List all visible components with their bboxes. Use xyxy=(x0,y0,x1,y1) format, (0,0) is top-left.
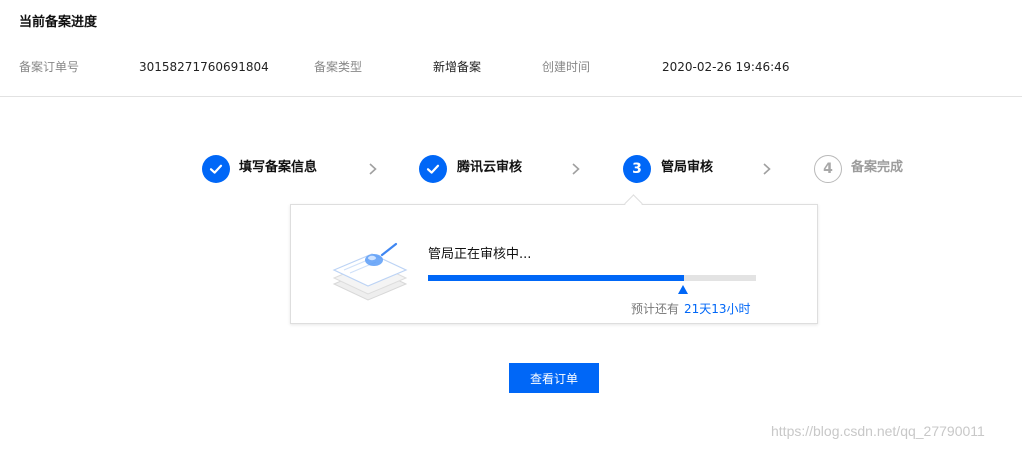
order-number-value: 30158271760691804 xyxy=(139,60,269,74)
eta-value: 21天13小时 xyxy=(684,302,751,316)
page-title: 当前备案进度 xyxy=(19,15,98,30)
step-4-number-badge: 4 xyxy=(814,155,842,183)
step-3-label: 管局审核 xyxy=(661,160,714,175)
watermark-text: https://blog.csdn.net/qq_27790011 xyxy=(771,423,985,439)
order-info-header: 当前备案进度 备案订单号 30158271760691804 备案类型 新增备案… xyxy=(0,0,1022,97)
review-progress-bar xyxy=(428,275,756,281)
step-4-label: 备案完成 xyxy=(851,160,904,175)
step-1-label: 填写备案信息 xyxy=(239,160,318,175)
view-order-button[interactable]: 查看订单 xyxy=(509,363,599,393)
created-time-value: 2020-02-26 19:46:46 xyxy=(662,60,790,74)
step-separator-chevron-icon xyxy=(763,163,771,175)
step-1-check-icon xyxy=(202,155,230,183)
step-separator-chevron-icon xyxy=(572,163,580,175)
step-3-number-badge: 3 xyxy=(623,155,651,183)
step-2-check-icon xyxy=(419,155,447,183)
filing-type-label: 备案类型 xyxy=(314,60,363,74)
created-time-label: 创建时间 xyxy=(542,60,591,74)
filing-type-value: 新增备案 xyxy=(433,60,482,74)
eta-label: 预计还有 xyxy=(631,302,680,316)
review-status-text: 管局正在审核中... xyxy=(428,247,532,262)
document-review-illustration xyxy=(332,242,408,301)
progress-marker-icon xyxy=(678,285,688,294)
order-number-label: 备案订单号 xyxy=(19,60,80,74)
step-separator-chevron-icon xyxy=(369,163,377,175)
step-2-label: 腾讯云审核 xyxy=(457,160,523,175)
review-progress-fill xyxy=(428,275,684,281)
